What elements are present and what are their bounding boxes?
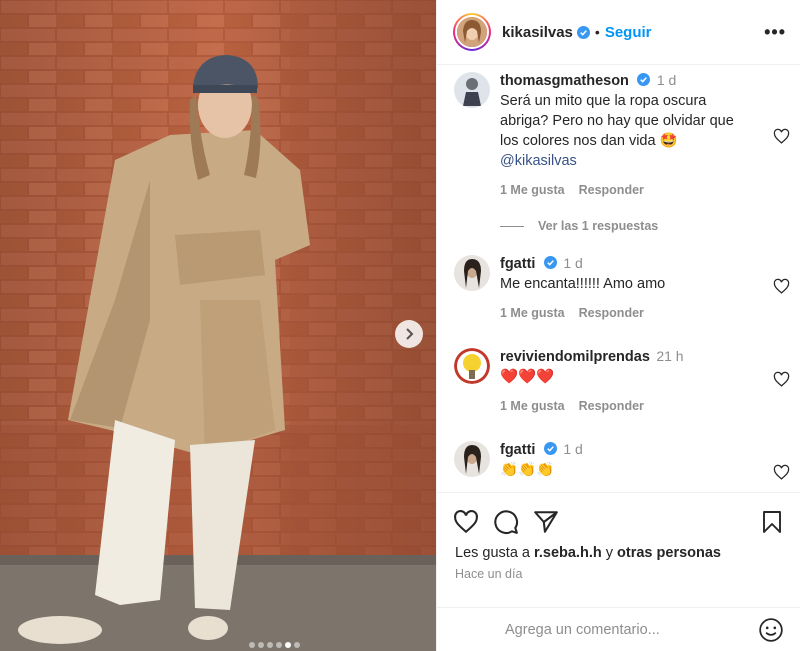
comment-meta: 1 Me gusta Responder: [500, 183, 740, 197]
comment-avatar[interactable]: [454, 255, 490, 291]
comment-time: 1 d: [563, 441, 583, 457]
author-avatar-image: [457, 17, 487, 47]
post-header: kikasilvas • Seguir •••: [437, 0, 800, 65]
comment-username[interactable]: fgatti: [500, 442, 535, 458]
carousel-dot: [275, 642, 282, 648]
comment-username[interactable]: reviviendomilprendas: [500, 349, 650, 365]
post-photo[interactable]: [0, 0, 436, 651]
more-options-button[interactable]: •••: [764, 22, 786, 43]
comment-avatar-image: [454, 441, 490, 477]
carousel-dot: [266, 642, 273, 648]
comment-reply-button[interactable]: Responder: [579, 306, 644, 320]
comment-avatar-image: [454, 72, 490, 108]
author-username[interactable]: kikasilvas: [502, 24, 573, 41]
chevron-right-icon: [406, 328, 414, 340]
emoji-smiley-icon[interactable]: [758, 617, 784, 643]
verified-badge-icon: [543, 256, 557, 269]
comment-reply-button[interactable]: Responder: [579, 183, 644, 197]
comment-text: 👏👏👏: [500, 462, 555, 478]
comment-like-heart-icon[interactable]: [773, 464, 790, 481]
post-side-panel: kikasilvas • Seguir ••• thomasgmatheson: [436, 0, 800, 651]
comment-item: thomasgmatheson 1 d Será un mito que la …: [454, 72, 800, 197]
likes-prefix: Les gusta a: [455, 545, 530, 561]
likes-summary: Les gusta a r.seba.h.h y otras personas: [437, 537, 800, 561]
comments-list[interactable]: thomasgmatheson 1 d Será un mito que la …: [437, 66, 800, 491]
likes-user-link[interactable]: r.seba.h.h: [534, 545, 602, 561]
post-timestamp: Hace un día: [455, 567, 523, 581]
author-avatar[interactable]: [453, 13, 491, 51]
photo-image: [0, 0, 436, 651]
comment-avatar-image: [454, 348, 490, 384]
comment-time: 21 h: [656, 348, 684, 364]
comment-composer: [437, 607, 800, 651]
bookmark-icon[interactable]: [760, 509, 784, 535]
carousel-dot: [284, 642, 291, 648]
comment-time: 1 d: [656, 72, 677, 88]
comment-meta: 1 Me gusta Responder: [500, 306, 740, 320]
comment-reply-button[interactable]: Responder: [579, 399, 644, 413]
carousel-dot: [248, 642, 255, 648]
comment-like-heart-icon[interactable]: [773, 128, 790, 145]
likes-conj: y: [605, 545, 613, 561]
comment-mention-link[interactable]: @kikasilvas: [500, 153, 577, 169]
comment-avatar[interactable]: [454, 348, 490, 384]
comment-username[interactable]: thomasgmatheson: [500, 73, 629, 89]
comment-text: Será un mito que la ropa oscura abriga? …: [500, 91, 740, 171]
comment-like-heart-icon[interactable]: [773, 278, 790, 295]
comment-avatar-image: [454, 255, 490, 291]
next-photo-button[interactable]: [395, 320, 423, 348]
comment-text-body: Será un mito que la ropa oscura abriga? …: [500, 93, 734, 149]
comment-likes-count[interactable]: 1 Me gusta: [500, 306, 565, 320]
verified-badge-icon: [543, 442, 557, 455]
header-separator: •: [594, 24, 600, 40]
comment-like-heart-icon[interactable]: [773, 371, 790, 388]
action-buttons-row: [437, 493, 800, 537]
carousel-indicator: [0, 642, 436, 648]
post-actions: Les gusta a r.seba.h.h y otras personas …: [437, 492, 800, 592]
follow-button[interactable]: Seguir: [605, 24, 652, 41]
view-replies-button[interactable]: Ver las 1 respuestas: [500, 219, 658, 233]
like-heart-icon[interactable]: [453, 509, 479, 535]
comment-text: ❤️❤️❤️: [500, 369, 555, 385]
replies-divider-line: [500, 225, 524, 227]
comment-meta: 1 Me gusta Responder: [500, 399, 740, 413]
comment-item: fgatti 1 d Me encanta!!!!!! Amo amo 1 Me…: [454, 255, 800, 320]
comment-bubble-icon[interactable]: [493, 509, 519, 535]
comment-likes-count[interactable]: 1 Me gusta: [500, 183, 565, 197]
carousel-dot: [257, 642, 264, 648]
comment-username[interactable]: fgatti: [500, 256, 535, 272]
comment-avatar[interactable]: [454, 72, 490, 108]
likes-others-link[interactable]: otras personas: [617, 545, 721, 561]
comment-item: fgatti 1 d 👏👏👏: [454, 441, 800, 480]
comment-input[interactable]: [505, 621, 758, 638]
verified-badge-icon: [576, 25, 590, 39]
comment-text: Me encanta!!!!!! Amo amo: [500, 276, 666, 292]
comment-time: 1 d: [563, 255, 583, 271]
comment-avatar[interactable]: [454, 441, 490, 477]
comment-likes-count[interactable]: 1 Me gusta: [500, 399, 565, 413]
carousel-dot: [293, 642, 300, 648]
comment-item: reviviendomilprendas 21 h ❤️❤️❤️ 1 Me gu…: [454, 348, 800, 413]
view-replies-label: Ver las 1 respuestas: [538, 219, 659, 233]
share-send-icon[interactable]: [533, 509, 559, 535]
verified-badge-icon: [637, 73, 651, 86]
